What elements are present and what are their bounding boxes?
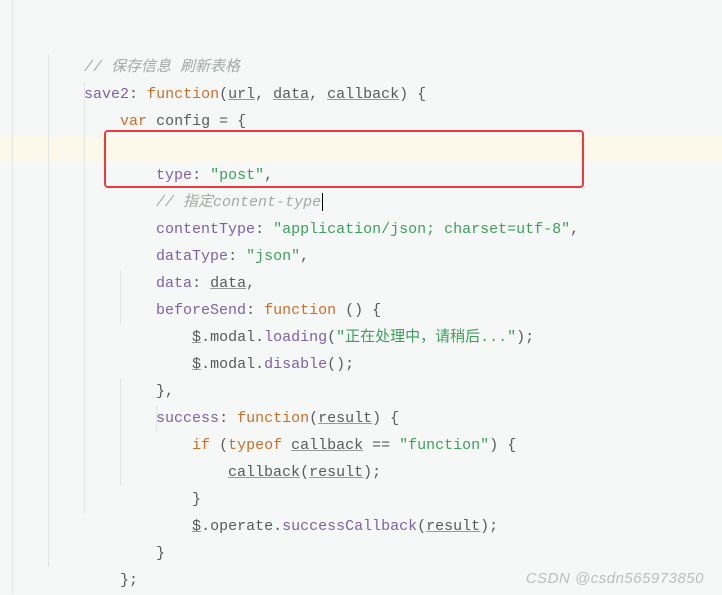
code-line: type: "post",	[0, 108, 722, 135]
code-line: var config = {	[0, 54, 722, 81]
code-line: }	[0, 432, 722, 459]
code-line: $.modal.disable();	[0, 297, 722, 324]
code-line: // 保存信息 刷新表格	[0, 0, 722, 27]
code-line: $.ajax(config)	[0, 540, 722, 567]
watermark-text: CSDN @csdn565973850	[526, 570, 704, 587]
code-editor: // 保存信息 刷新表格 save2: function(url, data, …	[0, 0, 722, 594]
code-line-highlight: // 指定content-type	[0, 135, 722, 162]
code-line: $.operate.successCallback(result);	[0, 459, 722, 486]
code-line: data: data,	[0, 216, 722, 243]
code-line: contentType: "application/json; charset=…	[0, 162, 722, 189]
code-line: success: function(result) {	[0, 351, 722, 378]
code-line: }	[0, 486, 722, 513]
code-line: beforeSend: function () {	[0, 243, 722, 270]
code-line: dataType: "json",	[0, 189, 722, 216]
code-line: if (typeof callback == "function") {	[0, 378, 722, 405]
code-line: callback(result);	[0, 405, 722, 432]
code-line: },	[0, 324, 722, 351]
code-line: save2: function(url, data, callback) {	[0, 27, 722, 54]
code-line: };	[0, 513, 722, 540]
code-line: url: url,	[0, 81, 722, 108]
code-line: $.modal.loading("正在处理中，请稍后...");	[0, 270, 722, 297]
